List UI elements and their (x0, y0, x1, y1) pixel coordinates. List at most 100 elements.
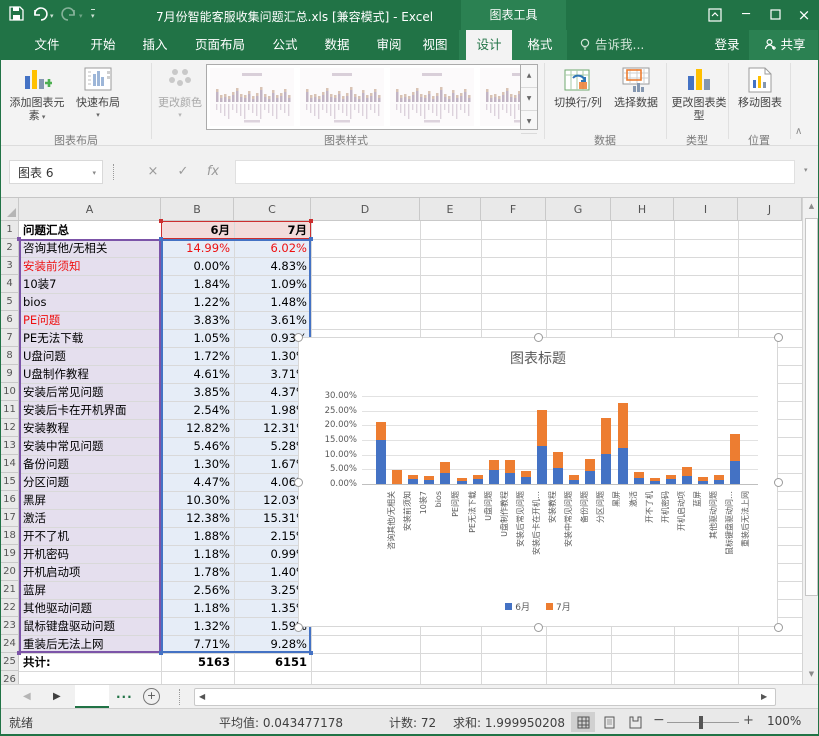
horizontal-scrollbar[interactable]: ◀ ▶ (194, 688, 776, 706)
cell-B2[interactable]: 14.99% (161, 239, 234, 257)
cell-A14[interactable]: 备份问题 (19, 455, 161, 473)
chart-selection-handle[interactable] (774, 623, 783, 632)
bar-6月[interactable] (618, 448, 628, 484)
bar-7月[interactable] (537, 410, 547, 446)
close-button[interactable]: × (790, 0, 818, 30)
row-header-13[interactable]: 13 (1, 437, 19, 455)
bar-6月[interactable] (714, 480, 724, 484)
bar-7月[interactable] (698, 477, 708, 481)
scroll-up-icon[interactable]: ▲ (803, 202, 819, 210)
name-box-dropdown-icon[interactable]: ▾ (92, 161, 96, 185)
scroll-right-icon[interactable]: ▶ (761, 692, 767, 701)
cell-B12[interactable]: 12.82% (161, 419, 234, 437)
bar-6月[interactable] (457, 481, 467, 484)
collapse-ribbon-icon[interactable]: ∧ (795, 126, 802, 137)
ribbon-tab-开始[interactable]: 开始 (83, 30, 123, 60)
cell-A3[interactable]: 安装前须知 (19, 257, 161, 275)
range-handle[interactable] (309, 237, 313, 241)
chart-selection-handle[interactable] (294, 478, 303, 487)
cell-B18[interactable]: 1.88% (161, 527, 234, 545)
cell-B10[interactable]: 3.85% (161, 383, 234, 401)
ribbon-display-options-icon[interactable] (701, 0, 729, 30)
page-break-view-button[interactable] (623, 712, 647, 732)
range-handle[interactable] (159, 651, 163, 655)
chart-style-thumbnail[interactable] (390, 68, 474, 126)
quick-layout-button[interactable]: 快速布局▾ (69, 63, 127, 122)
cell-C5[interactable]: 1.48% (234, 293, 311, 311)
minimize-button[interactable]: ─ (732, 0, 760, 30)
bar-6月[interactable] (634, 478, 644, 484)
ribbon-tab-插入[interactable]: 插入 (135, 30, 175, 60)
column-header-A[interactable]: A (19, 198, 161, 221)
bar-7月[interactable] (618, 403, 628, 448)
row-header-3[interactable]: 3 (1, 257, 19, 275)
range-handle[interactable] (17, 237, 21, 241)
bar-6月[interactable] (601, 454, 611, 484)
row-header-6[interactable]: 6 (1, 311, 19, 329)
row-header-11[interactable]: 11 (1, 401, 19, 419)
bar-7月[interactable] (666, 475, 676, 479)
range-handle[interactable] (159, 237, 163, 241)
bar-7月[interactable] (650, 478, 660, 481)
row-header-15[interactable]: 15 (1, 473, 19, 491)
zoom-slider-track[interactable] (667, 722, 739, 723)
bar-7月[interactable] (730, 434, 740, 461)
bar-6月[interactable] (650, 481, 660, 484)
select-all-corner[interactable] (1, 198, 19, 221)
scroll-left-icon[interactable]: ◀ (199, 692, 205, 701)
bar-7月[interactable] (569, 475, 579, 480)
active-sheet-tab[interactable] (75, 685, 109, 708)
cell-B13[interactable]: 5.46% (161, 437, 234, 455)
row-header-8[interactable]: 8 (1, 347, 19, 365)
row-header-25[interactable]: 25 (1, 653, 19, 671)
cell-B1[interactable]: 6月 (161, 221, 234, 239)
chart-selection-handle[interactable] (774, 478, 783, 487)
bar-7月[interactable] (392, 470, 402, 484)
cell-A7[interactable]: PE无法下载 (19, 329, 161, 347)
row-header-26[interactable]: 26 (1, 671, 19, 684)
zoom-out-button[interactable]: − (653, 712, 665, 728)
ribbon-tab-文件[interactable]: 文件 (25, 30, 69, 60)
row-header-7[interactable]: 7 (1, 329, 19, 347)
bar-7月[interactable] (408, 475, 418, 478)
bar-6月[interactable] (666, 479, 676, 484)
chart-title[interactable]: 图表标题 (299, 348, 777, 368)
cell-A10[interactable]: 安装后常见问题 (19, 383, 161, 401)
bar-7月[interactable] (376, 422, 386, 440)
scroll-down-icon[interactable]: ▼ (803, 670, 819, 678)
bar-7月[interactable] (457, 478, 467, 481)
cell-A8[interactable]: U盘问题 (19, 347, 161, 365)
bar-6月[interactable] (537, 446, 547, 484)
bar-7月[interactable] (505, 460, 515, 473)
cell-B9[interactable]: 4.61% (161, 365, 234, 383)
cell-A5[interactable]: bios (19, 293, 161, 311)
chart-legend[interactable]: 6月7月 (299, 600, 777, 613)
ribbon-tab-公式[interactable]: 公式 (265, 30, 305, 60)
tell-me-box[interactable]: 告诉我... (579, 30, 659, 60)
name-box[interactable]: 图表 6 ▾ (9, 160, 103, 184)
cell-A16[interactable]: 黑屏 (19, 491, 161, 509)
ribbon-tab-数据[interactable]: 数据 (317, 30, 357, 60)
bar-7月[interactable] (585, 459, 595, 471)
chart-selection-handle[interactable] (294, 623, 303, 632)
cell-B23[interactable]: 1.32% (161, 617, 234, 635)
cell-A22[interactable]: 其他驱动问题 (19, 599, 161, 617)
bar-7月[interactable] (473, 475, 483, 479)
chart-style-thumbnail[interactable] (210, 68, 294, 126)
column-header-H[interactable]: H (611, 198, 674, 221)
cell-A23[interactable]: 鼠标键盘驱动问题 (19, 617, 161, 635)
ribbon-tab-设计[interactable]: 设计 (466, 30, 512, 60)
cell-A24[interactable]: 重装后无法上网 (19, 635, 161, 653)
cell-B17[interactable]: 12.38% (161, 509, 234, 527)
cell-B3[interactable]: 0.00% (161, 257, 234, 275)
normal-view-button[interactable] (571, 712, 595, 732)
row-header-21[interactable]: 21 (1, 581, 19, 599)
cell-C4[interactable]: 1.09% (234, 275, 311, 293)
row-header-5[interactable]: 5 (1, 293, 19, 311)
cell-A4[interactable]: 10装7 (19, 275, 161, 293)
cell-B11[interactable]: 2.54% (161, 401, 234, 419)
embedded-chart[interactable]: 图表标题0.00%5.00%10.00%15.00%20.00%25.00%30… (298, 337, 778, 627)
bar-7月[interactable] (489, 460, 499, 471)
gallery-scrollbar[interactable]: ▲ ▼ ▼ (521, 64, 538, 130)
row-header-20[interactable]: 20 (1, 563, 19, 581)
